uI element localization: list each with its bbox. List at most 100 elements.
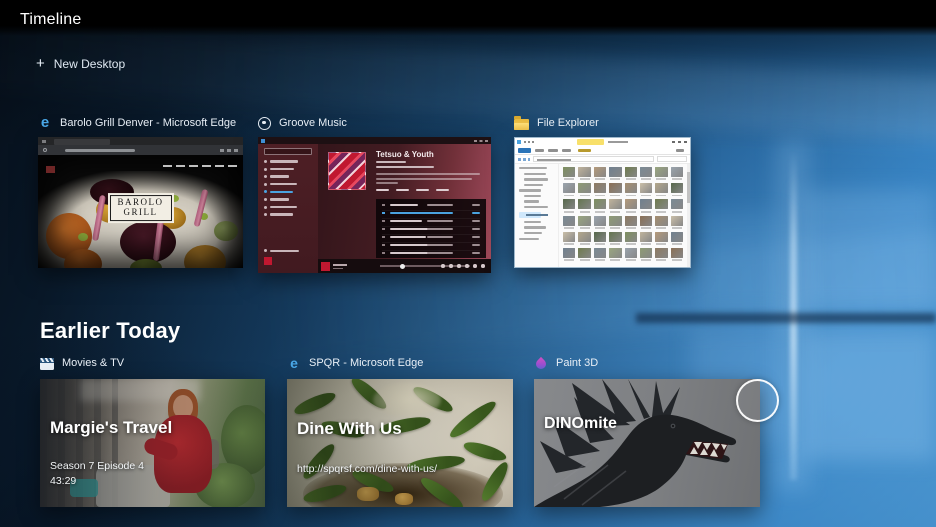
groove-sidebar-item — [264, 160, 312, 163]
timeline-screen: Timeline + New Desktop e Barolo Grill De… — [0, 0, 936, 527]
browser-tab-bar — [38, 137, 243, 145]
activity-card-paint3d[interactable]: Paint 3D DINOmite — [533, 355, 760, 507]
browser-buttons — [220, 148, 238, 152]
explorer-ribbon — [515, 146, 690, 155]
webpage-food-photo: BAROLO GRILL — [38, 155, 243, 268]
photo-thumbnail — [655, 183, 668, 197]
window-header: e Barolo Grill Denver - Microsoft Edge — [38, 115, 243, 131]
tree-item — [524, 183, 543, 187]
new-desktop-button[interactable]: + New Desktop — [36, 56, 126, 71]
tree-item — [519, 237, 540, 240]
paint3d-card-image[interactable]: DINOmite — [534, 379, 760, 507]
playback-controls — [440, 264, 485, 268]
photo-thumbnail — [609, 183, 622, 197]
photo-thumbnail — [563, 167, 576, 181]
tree-item — [519, 211, 548, 218]
groove-track-row — [382, 217, 480, 223]
album-description — [376, 177, 472, 180]
photo-thumbnail — [578, 199, 591, 213]
browser-address-bar — [38, 145, 243, 155]
photo-thumbnail — [593, 215, 607, 229]
tree-item — [524, 226, 547, 229]
activity-duration: 43:29 — [50, 475, 77, 487]
window-title: File Explorer — [537, 117, 599, 129]
tree-item — [524, 178, 548, 181]
photo-thumbnail — [624, 247, 637, 262]
photo-thumbnail — [609, 231, 622, 245]
photo-thumbnail — [670, 199, 683, 213]
photo-thumbnail — [624, 231, 637, 245]
logo-line2: GRILL — [123, 206, 158, 217]
photo-thumbnail — [670, 231, 683, 245]
edge-window-thumbnail[interactable]: BAROLO GRILL — [38, 137, 243, 268]
photo-thumbnail — [593, 167, 607, 181]
card-header: e SPQR - Microsoft Edge — [287, 355, 513, 371]
photo-thumbnail — [563, 231, 576, 245]
photo-thumbnail — [563, 199, 576, 213]
window-groove-music[interactable]: Groove Music Tetsuo & Youth — [258, 115, 491, 273]
touch-cursor-ring — [736, 379, 779, 422]
window-header: Groove Music — [258, 115, 491, 131]
groove-track-row — [382, 203, 480, 207]
activity-url: http://spqrsf.com/dine-with-us/ — [297, 463, 438, 475]
nav-arrows — [518, 157, 530, 161]
windows-logo-vertical-bar — [790, 150, 797, 480]
spqr-card-image[interactable]: Dine With Us http://spqrsf.com/dine-with… — [287, 379, 513, 507]
groove-sidebar-item — [264, 182, 312, 186]
tree-item — [519, 167, 548, 170]
photo-grid — [559, 164, 687, 267]
window-title: Groove Music — [279, 117, 347, 129]
tree-item — [524, 172, 546, 175]
groove-music-icon — [258, 116, 271, 130]
section-heading: Earlier Today — [40, 318, 181, 343]
groove-sidebar-item — [264, 197, 312, 201]
groove-menu — [264, 160, 312, 249]
groove-sidebar-footer — [264, 249, 312, 268]
album-action-buttons — [376, 189, 449, 192]
activity-card-spqr-edge[interactable]: e SPQR - Microsoft Edge Dine With Us htt… — [287, 355, 513, 507]
groove-sidebar-item — [264, 190, 312, 194]
movies-tv-icon — [40, 357, 54, 370]
playback-bar — [318, 259, 491, 273]
movies-card-image[interactable]: Margie's Travel Season 7 Episode 4 43:29 — [40, 379, 265, 507]
window-file-explorer[interactable]: File Explorer — [514, 115, 691, 268]
picture-tools-tab — [577, 139, 604, 145]
url-text — [65, 148, 135, 152]
tree-item — [524, 194, 542, 198]
windows-logo-pane — [700, 212, 784, 310]
new-desktop-label: New Desktop — [53, 57, 126, 71]
explorer-search-box — [657, 156, 687, 162]
tree-item — [524, 220, 541, 224]
photo-thumbnail — [670, 167, 683, 181]
groove-main-pane: Tetsuo & Youth — [318, 144, 491, 273]
card-app-name: SPQR - Microsoft Edge — [309, 357, 424, 369]
windows-logo-glow — [776, 140, 810, 490]
photo-thumbnail — [563, 247, 576, 262]
text-shade-overlay — [40, 379, 265, 507]
explorer-window-thumbnail[interactable] — [514, 137, 691, 268]
groove-track-row — [382, 233, 480, 239]
refresh-icon — [43, 148, 47, 152]
photo-thumbnail — [609, 199, 622, 213]
groove-track-row — [382, 225, 480, 231]
search-input — [264, 148, 312, 155]
now-playing-thumb — [321, 262, 330, 271]
photo-thumbnail — [578, 183, 591, 197]
activity-card-movies-tv[interactable]: Movies & TV Margie's Travel Season 7 Epi… — [40, 355, 265, 507]
card-header: Paint 3D — [533, 355, 760, 371]
window-edge-barolo[interactable]: e Barolo Grill Denver - Microsoft Edge B… — [38, 115, 243, 268]
photo-thumbnail — [609, 247, 622, 262]
photo-thumbnail — [639, 215, 653, 229]
groove-window-thumbnail[interactable]: Tetsuo & Youth — [258, 137, 491, 273]
photo-thumbnail — [670, 215, 683, 229]
scrollbar — [687, 164, 690, 267]
groove-titlebar — [258, 137, 491, 144]
photo-thumbnail — [578, 231, 591, 245]
activity-title: Dine With Us — [297, 419, 402, 438]
windows-logo-pane — [802, 190, 936, 308]
progress-knob — [399, 263, 405, 269]
photo-thumbnail — [624, 167, 637, 181]
now-playing-text — [333, 264, 347, 266]
windows-logo-pane — [802, 330, 936, 460]
windows-logo-horizontal-bar — [636, 313, 936, 323]
